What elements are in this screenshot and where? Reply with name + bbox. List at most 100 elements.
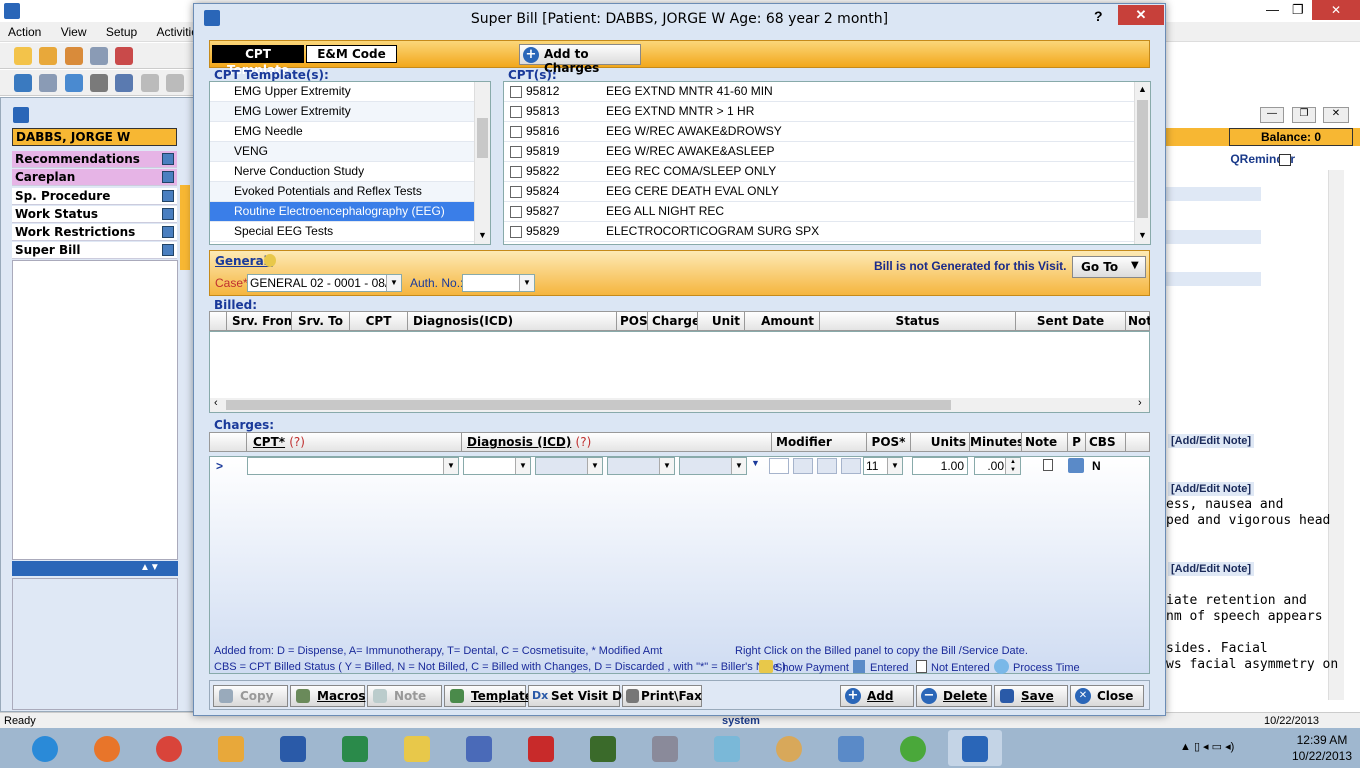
- scroll-up-down-icon[interactable]: ▲▼: [140, 562, 160, 573]
- template-item-selected[interactable]: Routine Electroencephalography (EEG): [210, 202, 474, 222]
- dialog-close-icon[interactable]: ✕: [1118, 5, 1164, 25]
- cpt-row[interactable]: 95829 ELECTROCORTICOGRAM SURG SPX: [504, 222, 1134, 242]
- template-scrollbar[interactable]: ▼: [474, 82, 490, 244]
- cpt-checkbox[interactable]: [510, 86, 522, 98]
- chevron-up-icon[interactable]: ▲: [1138, 84, 1147, 94]
- taskbar-word[interactable]: [266, 730, 320, 766]
- qreminder-checkbox[interactable]: [1279, 154, 1291, 166]
- cpt-checkbox[interactable]: [510, 226, 522, 238]
- minutes-stepper[interactable]: .00 ▲ ▼: [974, 457, 1021, 475]
- taskbar-control[interactable]: [824, 730, 878, 766]
- col-minutes[interactable]: Minutes: [970, 433, 1022, 451]
- panel-splitter[interactable]: [180, 185, 190, 270]
- add-to-charges-button[interactable]: + Add to Charges: [519, 44, 641, 75]
- col-modifier[interactable]: Modifier: [772, 433, 867, 451]
- col-units[interactable]: Units: [911, 433, 970, 451]
- col-cbs[interactable]: CBS: [1086, 433, 1126, 451]
- col-diagnosis[interactable]: Diagnosis(ICD): [408, 312, 617, 330]
- taskbar-acrobat[interactable]: [514, 730, 568, 766]
- template-item[interactable]: EMG Upper Extremity: [210, 82, 474, 102]
- set-visit-dx-button[interactable]: Dx Set Visit Dx: [528, 685, 630, 707]
- col-srv-to[interactable]: Srv. To: [292, 312, 350, 330]
- user-icon[interactable]: [14, 47, 32, 65]
- settings-icon[interactable]: [39, 74, 58, 92]
- col-sent-date[interactable]: Sent Date: [1016, 312, 1126, 330]
- col-p[interactable]: P: [1068, 433, 1086, 451]
- template-button[interactable]: Template: [444, 685, 533, 707]
- taskbar-chrome[interactable]: [142, 730, 196, 766]
- edit-icon[interactable]: [64, 74, 83, 92]
- col-pos-star[interactable]: POS*: [867, 433, 911, 451]
- open-icon[interactable]: [14, 74, 32, 92]
- taskbar-notes[interactable]: [700, 730, 754, 766]
- back-icon[interactable]: [140, 74, 159, 92]
- taskbar-clock[interactable]: 12:39 AM 10/22/2013: [1292, 732, 1352, 764]
- template-item[interactable]: EMG Needle: [210, 122, 474, 142]
- menu-setup[interactable]: Setup: [98, 22, 145, 42]
- cpt-row[interactable]: 95816 EEG W/REC AWAKE&DROWSY: [504, 122, 1134, 142]
- add-button[interactable]: + Add: [840, 685, 914, 707]
- nav-scroll-bar[interactable]: ▲▼: [12, 561, 178, 576]
- scroll-thumb[interactable]: [226, 400, 951, 410]
- stepper-icon[interactable]: ▲ ▼: [1005, 458, 1020, 474]
- panel-minimize-icon[interactable]: —: [1260, 107, 1284, 123]
- nav-super-bill[interactable]: Super Bill: [12, 242, 177, 259]
- template-item[interactable]: Nerve Conduction Study: [210, 162, 474, 182]
- save-button[interactable]: Save: [994, 685, 1068, 707]
- taskbar-app-green[interactable]: [886, 730, 940, 766]
- col-unit[interactable]: Unit: [698, 312, 745, 330]
- chevron-right-icon[interactable]: ›: [1138, 397, 1142, 409]
- help-icon[interactable]: ?: [1094, 8, 1103, 24]
- modifier-4[interactable]: [841, 458, 861, 474]
- goto-button[interactable]: Go To ▼: [1072, 256, 1146, 278]
- app-close-icon[interactable]: ✕: [1312, 0, 1360, 20]
- icd-select-3[interactable]: ▼: [607, 457, 675, 475]
- auth-select[interactable]: ▼: [462, 274, 535, 292]
- pos-select[interactable]: 11 ▼: [863, 457, 903, 475]
- chevron-down-icon[interactable]: ▼: [386, 275, 401, 291]
- cpt-scrollbar[interactable]: ▲ ▼: [1134, 82, 1150, 244]
- billed-hscrollbar[interactable]: ‹ ›: [210, 397, 1149, 412]
- cpt-row[interactable]: 95813 EEG EXTND MNTR > 1 HR: [504, 102, 1134, 122]
- template-item[interactable]: VENG: [210, 142, 474, 162]
- billed-table-body[interactable]: ‹ ›: [209, 331, 1150, 413]
- tab-em-code[interactable]: E&M Code: [306, 45, 397, 63]
- units-input[interactable]: 1.00: [912, 457, 968, 475]
- cpt-row[interactable]: 95819 EEG W/REC AWAKE&ASLEEP: [504, 142, 1134, 162]
- cpt-help-link[interactable]: (?): [289, 435, 305, 449]
- add-edit-note-link[interactable]: [Add/Edit Note]: [1168, 482, 1255, 496]
- col-note[interactable]: Note: [1022, 433, 1068, 451]
- template-item[interactable]: Special EEG Tests: [210, 222, 474, 242]
- menu-action[interactable]: Action: [0, 22, 49, 42]
- icd-select-4[interactable]: ▼: [679, 457, 747, 475]
- note-icon[interactable]: [1043, 459, 1053, 471]
- chevron-left-icon[interactable]: ‹: [214, 397, 218, 409]
- forward-icon[interactable]: [166, 74, 185, 92]
- menu-view[interactable]: View: [53, 22, 95, 42]
- chevron-down-icon[interactable]: ▼: [587, 458, 602, 474]
- right-scrollbar[interactable]: [1328, 170, 1344, 700]
- taskbar-firefox[interactable]: [80, 730, 134, 766]
- cpt-checkbox[interactable]: [510, 106, 522, 118]
- taskbar-calculator[interactable]: [638, 730, 692, 766]
- taskbar-excel[interactable]: [328, 730, 382, 766]
- print-icon[interactable]: [90, 74, 109, 92]
- template-item[interactable]: EMG Lower Extremity: [210, 102, 474, 122]
- chevron-down-icon[interactable]: ▼: [659, 458, 674, 474]
- cpt-select[interactable]: ▼: [247, 457, 459, 475]
- taskbar-remote[interactable]: [452, 730, 506, 766]
- nav-work-status[interactable]: Work Status: [12, 206, 177, 223]
- chevron-down-icon[interactable]: ▼: [731, 458, 746, 474]
- cpt-checkbox[interactable]: [510, 206, 522, 218]
- delete-button[interactable]: − Delete: [916, 685, 992, 707]
- taskbar-dreamweaver[interactable]: [576, 730, 630, 766]
- scroll-thumb[interactable]: [1137, 100, 1148, 218]
- add-edit-note-link[interactable]: [Add/Edit Note]: [1168, 434, 1255, 448]
- cpt-checkbox[interactable]: [510, 146, 522, 158]
- cpt-row[interactable]: 95824 EEG CERE DEATH EVAL ONLY: [504, 182, 1134, 202]
- col-charge[interactable]: Charge: [648, 312, 698, 330]
- close-button[interactable]: ✕ Close: [1070, 685, 1144, 707]
- col-srv-from[interactable]: Srv. From: [227, 312, 292, 330]
- nav-work-restrictions[interactable]: Work Restrictions: [12, 224, 177, 241]
- taskbar-paint[interactable]: [762, 730, 816, 766]
